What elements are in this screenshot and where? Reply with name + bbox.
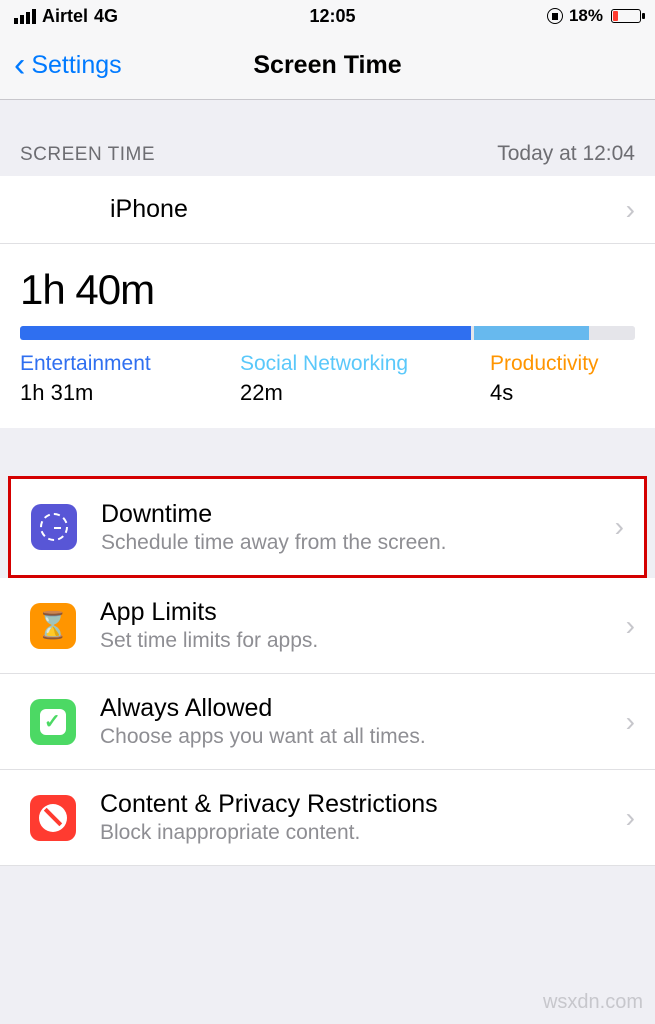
- chevron-right-icon: ›: [615, 511, 624, 543]
- category-time: 1h 31m: [20, 380, 240, 406]
- option-subtitle: Schedule time away from the screen.: [101, 531, 615, 555]
- chevron-right-icon: ›: [626, 194, 635, 226]
- screen-time-summary-block: iPhone › 1h 40m Entertainment 1h 31m Soc…: [0, 176, 655, 428]
- category-row: Entertainment 1h 31m Social Networking 2…: [20, 352, 635, 406]
- bar-segment-entertainment: [20, 326, 471, 340]
- device-row[interactable]: iPhone ›: [0, 176, 655, 244]
- back-button[interactable]: ‹ Settings: [14, 51, 122, 80]
- battery-icon: [611, 9, 641, 23]
- option-title: Always Allowed: [100, 694, 626, 723]
- back-label: Settings: [31, 51, 121, 80]
- device-label: iPhone: [110, 195, 188, 224]
- status-time: 12:05: [309, 6, 355, 27]
- option-list: ⌛ App Limits Set time limits for apps. ›…: [0, 578, 655, 866]
- carrier-label: Airtel: [42, 6, 88, 27]
- navigation-bar: ‹ Settings Screen Time: [0, 32, 655, 100]
- status-left: Airtel 4G: [14, 6, 118, 27]
- section-header-right: Today at 12:04: [497, 142, 635, 166]
- app-limits-row[interactable]: ⌛ App Limits Set time limits for apps. ›: [0, 578, 655, 674]
- usage-bar-chart: [20, 326, 635, 340]
- chevron-right-icon: ›: [626, 802, 635, 834]
- option-title: Downtime: [101, 500, 615, 529]
- bar-segment-remaining: [592, 326, 635, 340]
- screen-time-section-header: SCREEN TIME Today at 12:04: [0, 100, 655, 176]
- option-subtitle: Set time limits for apps.: [100, 629, 626, 653]
- rotation-lock-icon: [547, 8, 563, 24]
- option-subtitle: Choose apps you want at all times.: [100, 725, 626, 749]
- battery-percent: 18%: [569, 6, 603, 26]
- section-header-left: SCREEN TIME: [20, 144, 155, 166]
- signal-icon: [14, 9, 36, 24]
- network-label: 4G: [94, 6, 118, 27]
- downtime-row[interactable]: Downtime Schedule time away from the scr…: [11, 479, 644, 575]
- status-right: 18%: [547, 6, 641, 26]
- always-allowed-row[interactable]: Always Allowed Choose apps you want at a…: [0, 674, 655, 770]
- chevron-right-icon: ›: [626, 706, 635, 738]
- total-time-label: 1h 40m: [20, 266, 635, 314]
- option-subtitle: Block inappropriate content.: [100, 821, 626, 845]
- category-name: Entertainment: [20, 352, 240, 376]
- check-badge-icon: [30, 699, 76, 745]
- downtime-icon: [31, 504, 77, 550]
- downtime-highlight-box: Downtime Schedule time away from the scr…: [8, 476, 647, 578]
- category-time: 22m: [240, 380, 490, 406]
- no-entry-icon: [30, 795, 76, 841]
- time-summary: 1h 40m Entertainment 1h 31m Social Netwo…: [0, 244, 655, 428]
- bar-segment-social: [474, 326, 590, 340]
- content-restrictions-row[interactable]: Content & Privacy Restrictions Block ina…: [0, 770, 655, 866]
- category-social: Social Networking 22m: [240, 352, 490, 406]
- category-name: Social Networking: [240, 352, 490, 376]
- option-title: Content & Privacy Restrictions: [100, 790, 626, 819]
- page-title: Screen Time: [253, 51, 401, 80]
- status-bar: Airtel 4G 12:05 18%: [0, 0, 655, 32]
- category-time: 4s: [490, 380, 599, 406]
- category-name: Productivity: [490, 352, 599, 376]
- hourglass-icon: ⌛: [30, 603, 76, 649]
- category-entertainment: Entertainment 1h 31m: [20, 352, 240, 406]
- category-productivity: Productivity 4s: [490, 352, 599, 406]
- watermark: wsxdn.com: [543, 991, 643, 1014]
- chevron-left-icon: ‹: [14, 57, 25, 74]
- option-title: App Limits: [100, 598, 626, 627]
- chevron-right-icon: ›: [626, 610, 635, 642]
